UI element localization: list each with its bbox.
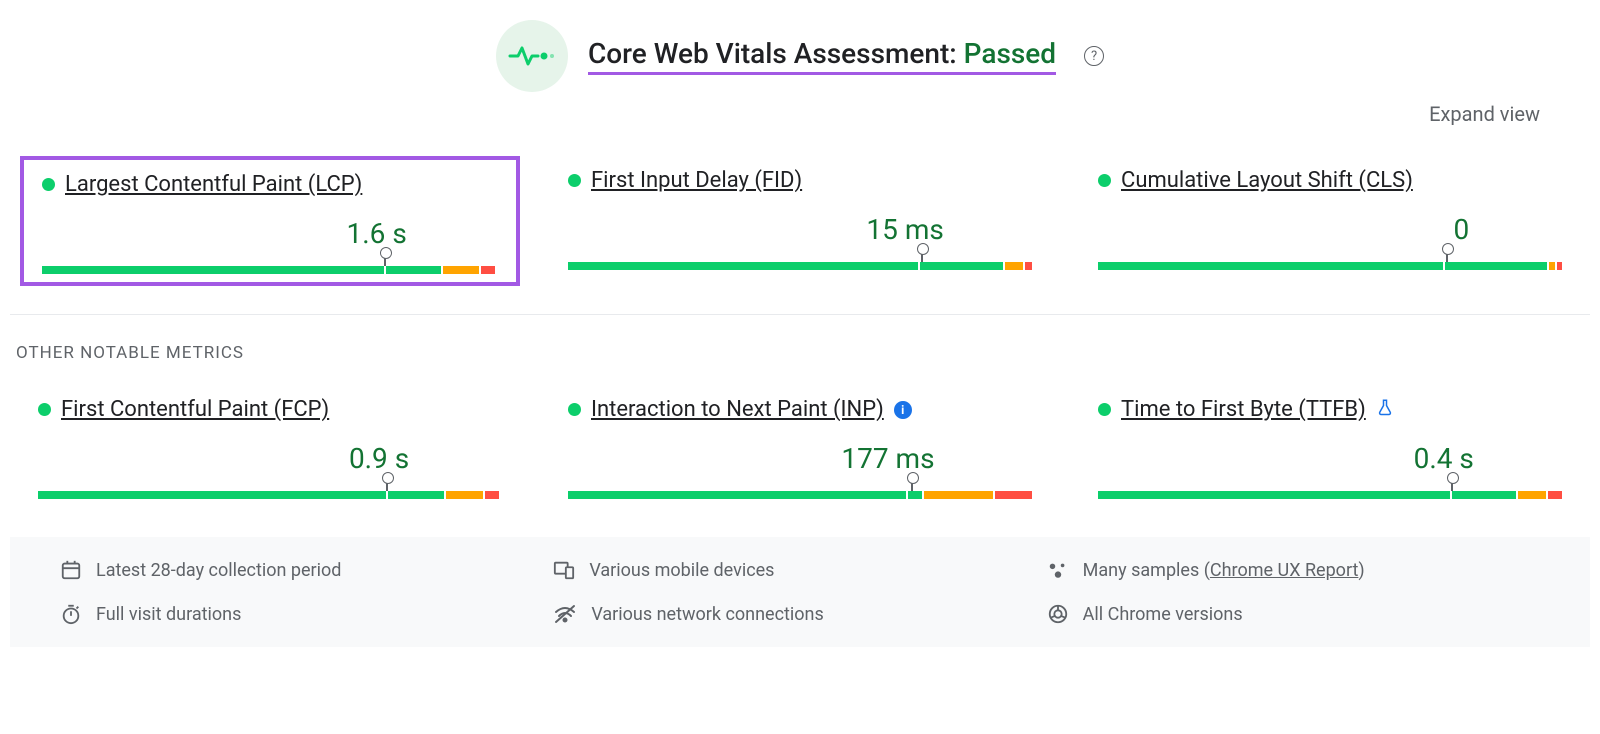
marker-icon xyxy=(1451,477,1453,491)
bar-segment xyxy=(388,491,444,499)
core-metrics-grid: Largest Contentful Paint (LCP) 1.6 s First… xyxy=(10,156,1590,315)
bar-segment xyxy=(485,491,499,499)
marker-icon xyxy=(384,252,386,266)
bar-segment xyxy=(1005,262,1023,270)
metric-interaction-to-next-paint-inp-distribution-bar xyxy=(568,477,1032,499)
footer-devices: Various mobile devices xyxy=(553,559,1046,581)
metric-time-to-first-byte-ttfb-value: 0.4 s xyxy=(1098,442,1562,475)
assessment-header: Core Web Vitals Assessment: Passed ? xyxy=(10,20,1590,92)
bar-segment xyxy=(1518,491,1546,499)
bar-segment xyxy=(924,491,993,499)
metric-largest-contentful-paint-lcp-link[interactable]: Largest Contentful Paint (LCP) xyxy=(65,172,362,197)
metric-largest-contentful-paint-lcp-card: Largest Contentful Paint (LCP) 1.6 s xyxy=(20,156,520,286)
metric-first-input-delay-fid-link[interactable]: First Input Delay (FID) xyxy=(591,168,802,193)
metric-cumulative-layout-shift-cls-distribution-bar xyxy=(1098,248,1562,270)
metric-cumulative-layout-shift-cls-card: Cumulative Layout Shift (CLS) 0 xyxy=(1080,156,1580,286)
metric-largest-contentful-paint-lcp-header: Largest Contentful Paint (LCP) xyxy=(42,172,498,197)
footer-info: Latest 28-day collection period Various … xyxy=(10,537,1590,647)
footer-period: Latest 28-day collection period xyxy=(60,559,553,581)
help-icon[interactable]: ? xyxy=(1084,46,1104,66)
metric-time-to-first-byte-ttfb-header: Time to First Byte (TTFB) xyxy=(1098,397,1562,422)
bar-segment xyxy=(1098,262,1443,270)
bar-segment xyxy=(995,491,1032,499)
footer-durations-text: Full visit durations xyxy=(96,604,241,625)
status-dot-icon xyxy=(568,403,581,416)
metric-first-contentful-paint-fcp-card: First Contentful Paint (FCP) 0.9 s xyxy=(20,385,520,507)
bar-segment xyxy=(386,266,441,274)
marker-icon xyxy=(911,477,913,491)
bar-segment xyxy=(38,491,386,499)
footer-durations: Full visit durations xyxy=(60,603,553,625)
vitals-icon xyxy=(496,20,568,92)
bar-segment xyxy=(1452,491,1517,499)
bar-segment xyxy=(446,491,483,499)
status-dot-icon xyxy=(42,178,55,191)
metric-first-contentful-paint-fcp-distribution-bar xyxy=(38,477,502,499)
bar-segment xyxy=(1098,491,1450,499)
chrome-ux-report-link[interactable]: Chrome UX Report xyxy=(1210,560,1358,581)
metric-cumulative-layout-shift-cls-header: Cumulative Layout Shift (CLS) xyxy=(1098,168,1562,193)
bar-segment xyxy=(568,491,906,499)
metric-first-input-delay-fid-distribution-bar xyxy=(568,248,1032,270)
assessment-status: Passed xyxy=(964,37,1056,70)
metric-first-input-delay-fid-value: 15 ms xyxy=(568,213,1032,246)
footer-versions: All Chrome versions xyxy=(1047,603,1540,625)
bar-segment xyxy=(920,262,1003,270)
status-dot-icon xyxy=(568,174,581,187)
other-metrics-heading: OTHER NOTABLE METRICS xyxy=(16,343,1590,363)
metric-cumulative-layout-shift-cls-value: 0 xyxy=(1098,213,1562,246)
status-dot-icon xyxy=(1098,403,1111,416)
footer-network-text: Various network connections xyxy=(591,604,823,625)
other-metrics-grid: First Contentful Paint (FCP) 0.9 s Interac… xyxy=(10,385,1590,507)
bar-segment xyxy=(1557,262,1562,270)
footer-network: Various network connections xyxy=(553,603,1046,625)
footer-period-text: Latest 28-day collection period xyxy=(96,560,341,581)
footer-samples: Many samples (Chrome UX Report) xyxy=(1047,559,1540,581)
metric-first-contentful-paint-fcp-header: First Contentful Paint (FCP) xyxy=(38,397,502,422)
metric-first-input-delay-fid-header: First Input Delay (FID) xyxy=(568,168,1032,193)
metric-interaction-to-next-paint-inp-value: 177 ms xyxy=(568,442,1032,475)
metric-first-input-delay-fid-card: First Input Delay (FID) 15 ms xyxy=(550,156,1050,286)
metric-largest-contentful-paint-lcp-distribution-bar xyxy=(42,252,498,274)
status-dot-icon xyxy=(1098,174,1111,187)
assessment-title-prefix: Core Web Vitals Assessment: xyxy=(588,37,964,70)
bar-segment xyxy=(568,262,918,270)
footer-samples-suffix: ) xyxy=(1358,560,1364,581)
info-icon[interactable]: i xyxy=(894,401,912,419)
status-dot-icon xyxy=(38,403,51,416)
bar-segment xyxy=(908,491,922,499)
assessment-title: Core Web Vitals Assessment: Passed xyxy=(588,37,1056,75)
footer-devices-text: Various mobile devices xyxy=(589,560,774,581)
metric-time-to-first-byte-ttfb-card: Time to First Byte (TTFB) 0.4 s xyxy=(1080,385,1580,507)
footer-samples-prefix: Many samples ( xyxy=(1083,560,1210,581)
bar-segment xyxy=(481,266,495,274)
metric-first-contentful-paint-fcp-link[interactable]: First Contentful Paint (FCP) xyxy=(61,397,329,422)
metric-interaction-to-next-paint-inp-header: Interaction to Next Paint (INP) i xyxy=(568,397,1032,422)
bar-segment xyxy=(1445,262,1546,270)
bar-segment xyxy=(443,266,479,274)
bar-segment xyxy=(1549,262,1556,270)
metric-interaction-to-next-paint-inp-link[interactable]: Interaction to Next Paint (INP) xyxy=(591,397,884,422)
metric-time-to-first-byte-ttfb-link[interactable]: Time to First Byte (TTFB) xyxy=(1121,397,1366,422)
lab-icon[interactable] xyxy=(1376,398,1394,421)
metric-time-to-first-byte-ttfb-distribution-bar xyxy=(1098,477,1562,499)
marker-icon xyxy=(386,477,388,491)
marker-icon xyxy=(1446,248,1448,262)
expand-view-link[interactable]: Expand view xyxy=(1429,102,1540,126)
marker-icon xyxy=(921,248,923,262)
metric-interaction-to-next-paint-inp-card: Interaction to Next Paint (INP) i 177 ms xyxy=(550,385,1050,507)
footer-versions-text: All Chrome versions xyxy=(1083,604,1243,625)
bar-segment xyxy=(1548,491,1562,499)
metric-first-contentful-paint-fcp-value: 0.9 s xyxy=(38,442,502,475)
metric-cumulative-layout-shift-cls-link[interactable]: Cumulative Layout Shift (CLS) xyxy=(1121,168,1413,193)
bar-segment xyxy=(1025,262,1032,270)
metric-largest-contentful-paint-lcp-value: 1.6 s xyxy=(42,217,498,250)
bar-segment xyxy=(42,266,384,274)
